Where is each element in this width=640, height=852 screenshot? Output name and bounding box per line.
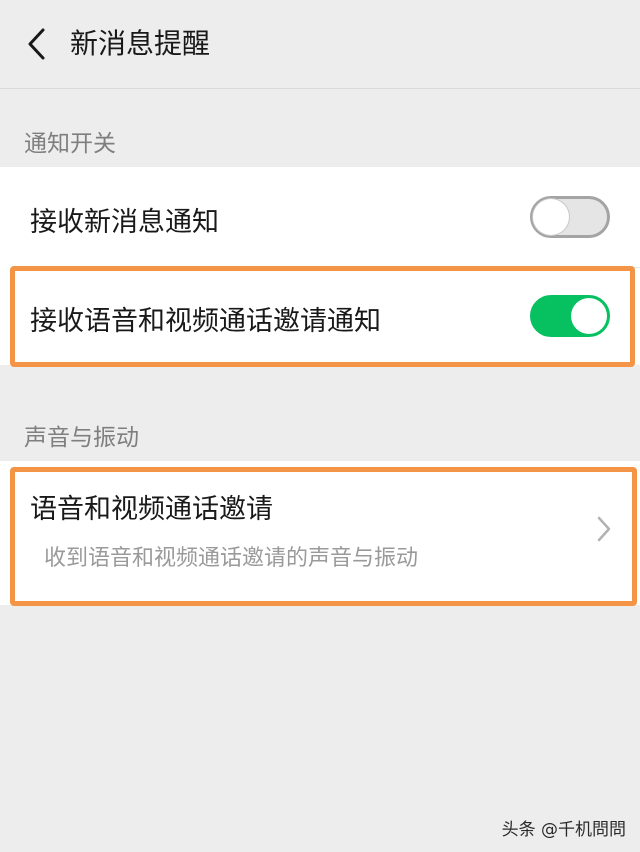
chevron-right-icon [597, 516, 611, 542]
sound-vibration-card: 语音和视频通话邀请 收到语音和视频通话邀请的声音与振动 [0, 461, 640, 605]
settings-row-call-invite-notification[interactable]: 接收语音和视频通话邀请通知 [0, 268, 640, 365]
section-title-sound-vibration: 声音与振动 [24, 425, 139, 451]
section-title-notification-switch: 通知开关 [24, 131, 116, 157]
settings-row-new-message-notification[interactable]: 接收新消息通知 [0, 167, 640, 267]
toggle-knob [533, 199, 569, 235]
call-invite-notification-toggle[interactable] [530, 295, 610, 337]
settings-row-call-invite-sound[interactable]: 语音和视频通话邀请 收到语音和视频通话邀请的声音与振动 [0, 461, 640, 605]
row-title: 语音和视频通话邀请 [30, 494, 273, 525]
new-message-notification-toggle[interactable] [530, 196, 610, 238]
nav-bar: 新消息提醒 [0, 0, 640, 89]
row-label: 接收语音和视频通话邀请通知 [30, 306, 381, 337]
row-label: 接收新消息通知 [30, 207, 219, 238]
notification-switch-card: 接收新消息通知 接收语音和视频通话邀请通知 [0, 167, 640, 365]
row-subtitle: 收到语音和视频通话邀请的声音与振动 [44, 546, 419, 571]
watermark: 头条 @千机問問 [501, 820, 626, 840]
toggle-knob [571, 298, 607, 334]
chevron-left-icon [28, 28, 45, 60]
page-title: 新消息提醒 [70, 27, 211, 60]
back-button[interactable] [14, 22, 58, 66]
